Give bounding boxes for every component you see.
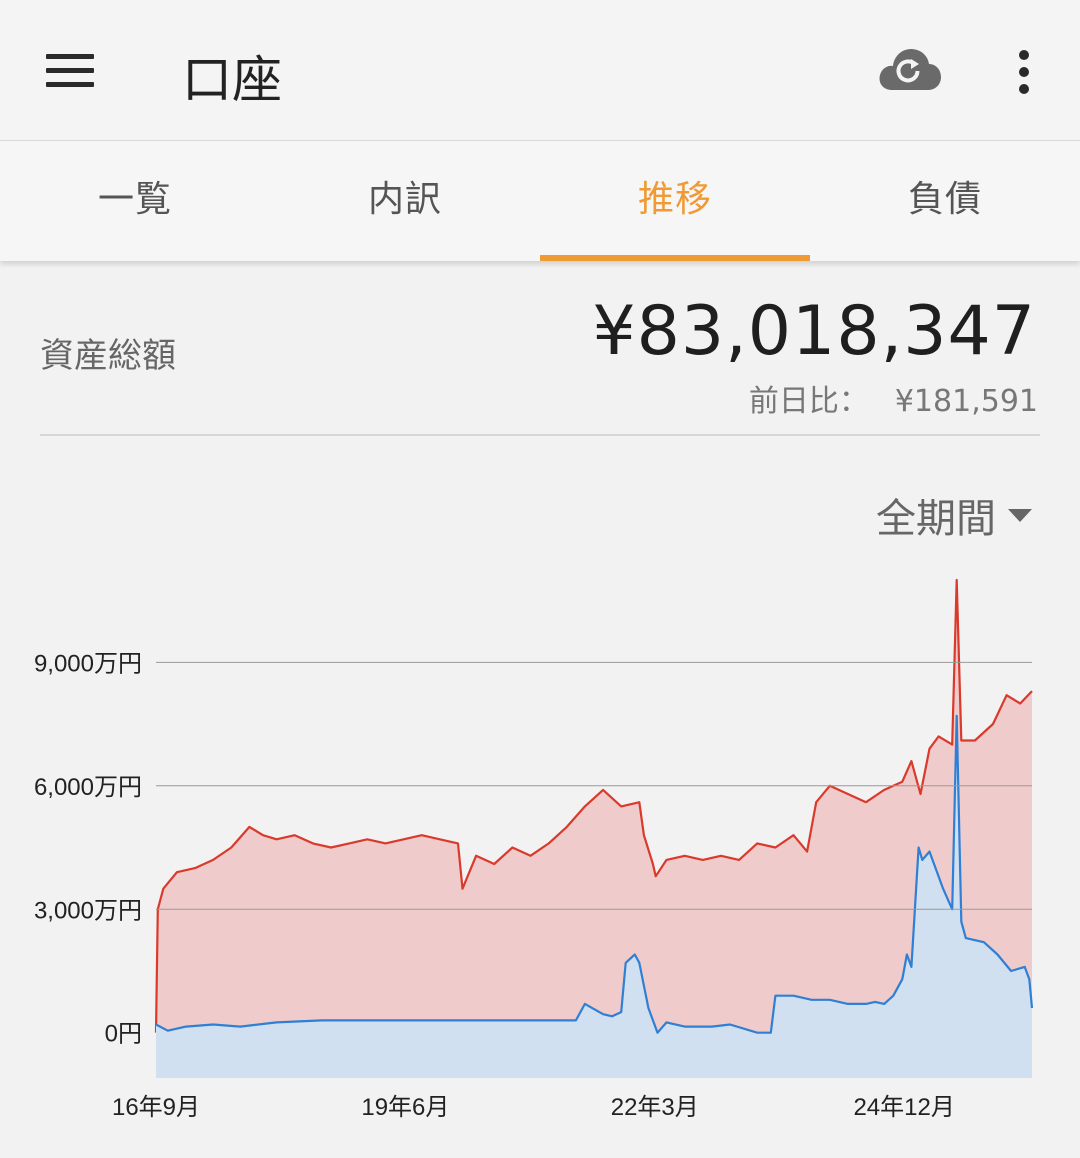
divider	[40, 434, 1040, 436]
x-tick-label: 22年3月	[611, 1094, 699, 1121]
active-tab-indicator	[540, 255, 810, 261]
y-tick-label: 0円	[105, 1021, 142, 1048]
x-tick-label: 24年12月	[853, 1094, 954, 1121]
page-title: 口座	[182, 51, 282, 109]
dropdown-caret-icon	[1008, 508, 1032, 522]
y-tick-label: 6,000万円	[34, 774, 142, 801]
tab-breakdown[interactable]: 内訳	[270, 141, 540, 261]
total-assets-value: ¥83,018,347	[592, 292, 1036, 371]
tab-trend[interactable]: 推移	[540, 141, 810, 261]
x-tick-label: 19年6月	[361, 1094, 449, 1121]
y-tick-label: 9,000万円	[34, 650, 142, 677]
app-bar: 口座	[0, 0, 1080, 141]
more-vertical-icon[interactable]	[1016, 50, 1032, 94]
total-assets-label: 資産総額	[40, 336, 176, 376]
tab-bar: 一覧 内訳 推移 負債	[0, 141, 1080, 261]
x-tick-label: 16年9月	[112, 1094, 200, 1121]
daily-change-value: ¥181,591	[894, 384, 1038, 419]
daily-change: 前日比： ¥181,591	[749, 376, 1038, 420]
period-dropdown-value: 全期間	[876, 496, 996, 542]
daily-change-label: 前日比：	[748, 384, 869, 419]
tab-list[interactable]: 一覧	[0, 141, 270, 261]
hamburger-menu-icon[interactable]	[46, 54, 94, 88]
y-tick-label: 3,000万円	[34, 897, 142, 924]
tab-liabilities[interactable]: 負債	[810, 141, 1080, 261]
period-dropdown[interactable]: 全期間	[876, 486, 1032, 544]
cloud-sync-icon[interactable]	[878, 44, 942, 94]
asset-trend-chart: 9,000万円 6,000万円 3,000万円 0円 16年9月 19年6月 22年3月 24…	[34, 578, 1034, 1121]
